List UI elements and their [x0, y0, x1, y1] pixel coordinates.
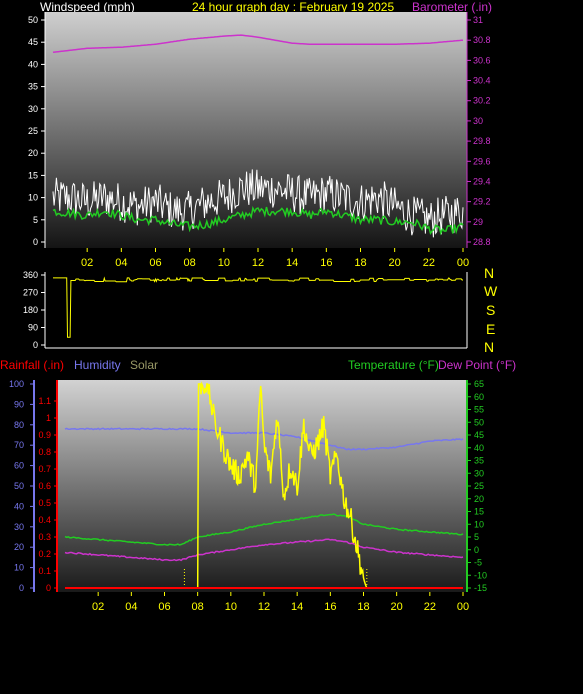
temperature-tick-label: 15 — [474, 507, 484, 517]
climate-hour-label: 04 — [125, 601, 137, 613]
wind-hour-label: 18 — [354, 257, 366, 269]
rainfall-tick-label: 0.9 — [38, 430, 51, 440]
humidity-tick-label: 30 — [14, 522, 24, 532]
temperature-tick-label: 40 — [474, 443, 484, 453]
wind-tick-label: 5 — [33, 215, 38, 225]
wind-hour-label: 12 — [252, 257, 264, 269]
wind-hour-label: 00 — [457, 257, 469, 269]
temperature-tick-label: 25 — [474, 481, 484, 491]
temperature-tick-label: 60 — [474, 392, 484, 402]
barometer-tick-label: 30.4 — [473, 76, 491, 86]
temperature-tick-label: 55 — [474, 405, 484, 415]
barometer-tick-label: 30.6 — [473, 55, 491, 65]
rainfall-tick-label: 0.4 — [38, 515, 51, 525]
direction-tick-label: 270 — [23, 288, 38, 298]
temperature-tick-label: 35 — [474, 456, 484, 466]
wind-hour-label: 20 — [389, 257, 401, 269]
climate-hour-label: 20 — [391, 601, 403, 613]
barometer-tick-label: 29.2 — [473, 197, 491, 207]
temperature-tick-label: 30 — [474, 468, 484, 478]
rainfall-tick-label: 0.2 — [38, 549, 51, 559]
barometer-tick-label: 29 — [473, 217, 483, 227]
temperature-tick-label: 65 — [474, 379, 484, 389]
direction-tick-label: 360 — [23, 270, 38, 280]
wind-tick-label: 35 — [28, 82, 38, 92]
rainfall-tick-label: 0.6 — [38, 481, 51, 491]
barometer-tick-label: 28.8 — [473, 237, 491, 247]
barometer-tick-label: 29.4 — [473, 176, 491, 186]
barometer-tick-label: 29.8 — [473, 136, 491, 146]
humidity-tick-label: 60 — [14, 461, 24, 471]
wind-hour-label: 04 — [115, 257, 127, 269]
humidity-tick-label: 0 — [19, 583, 24, 593]
rainfall-tick-label: 0.7 — [38, 464, 51, 474]
rainfall-tick-label: 1.1 — [38, 396, 51, 406]
wind-tick-label: 45 — [28, 37, 38, 47]
wind-tick-label: 0 — [33, 237, 38, 247]
rainfall-tick-label: 0.5 — [38, 498, 51, 508]
barometer-tick-label: 30.8 — [473, 35, 491, 45]
temperature-tick-label: 5 — [474, 532, 479, 542]
temperature-tick-label: 10 — [474, 519, 484, 529]
temperature-tick-label: 20 — [474, 494, 484, 504]
climate-hour-label: 12 — [258, 601, 270, 613]
humidity-tick-label: 20 — [14, 542, 24, 552]
direction-tick-label: 180 — [23, 305, 38, 315]
wind-hour-label: 16 — [320, 257, 332, 269]
wind-hour-label: 22 — [423, 257, 435, 269]
humidity-tick-label: 40 — [14, 501, 24, 511]
rainfall-tick-label: 0.3 — [38, 532, 51, 542]
climate-hour-label: 06 — [158, 601, 170, 613]
temperature-tick-label: 50 — [474, 417, 484, 427]
climate-hour-label: 00 — [457, 601, 469, 613]
rainfall-tick-label: 0.8 — [38, 447, 51, 457]
temperature-tick-label: -15 — [474, 583, 487, 593]
climate-hour-label: 14 — [291, 601, 303, 613]
humidity-tick-label: 100 — [9, 379, 24, 389]
barometer-tick-label: 30 — [473, 116, 483, 126]
wind-tick-label: 20 — [28, 148, 38, 158]
barometer-tick-label: 30.2 — [473, 96, 491, 106]
temperature-tick-label: 0 — [474, 545, 479, 555]
climate-hour-label: 08 — [192, 601, 204, 613]
direction-tick-label: 90 — [28, 323, 38, 333]
wind-tick-label: 40 — [28, 59, 38, 69]
barometer-tick-label: 31 — [473, 15, 483, 25]
rainfall-tick-label: 1 — [46, 413, 51, 423]
temperature-tick-label: -5 — [474, 558, 482, 568]
wind-hour-label: 02 — [81, 257, 93, 269]
wind-tick-label: 50 — [28, 15, 38, 25]
climate-hour-label: 16 — [324, 601, 336, 613]
climate-hour-label: 18 — [357, 601, 369, 613]
wind-tick-label: 30 — [28, 104, 38, 114]
temperature-tick-label: 45 — [474, 430, 484, 440]
rainfall-tick-label: 0 — [46, 583, 51, 593]
wind-hour-label: 06 — [149, 257, 161, 269]
wind-tick-label: 10 — [28, 193, 38, 203]
rainfall-tick-label: 0.1 — [38, 566, 51, 576]
wind-tick-label: 15 — [28, 170, 38, 180]
temperature-tick-label: -10 — [474, 570, 487, 580]
humidity-tick-label: 70 — [14, 440, 24, 450]
barometer-tick-label: 29.6 — [473, 156, 491, 166]
climate-hour-label: 02 — [92, 601, 104, 613]
direction-plot-background — [45, 272, 467, 348]
humidity-tick-label: 10 — [14, 563, 24, 573]
wind-hour-label: 08 — [184, 257, 196, 269]
weather-chart: 0510152025303540455028.82929.229.429.629… — [9, 12, 491, 613]
humidity-tick-label: 50 — [14, 481, 24, 491]
direction-tick-label: 0 — [33, 340, 38, 350]
humidity-tick-label: 80 — [14, 420, 24, 430]
climate-hour-label: 10 — [225, 601, 237, 613]
humidity-tick-label: 90 — [14, 399, 24, 409]
wind-hour-label: 14 — [286, 257, 298, 269]
wind-tick-label: 25 — [28, 126, 38, 136]
climate-hour-label: 22 — [424, 601, 436, 613]
wind-hour-label: 10 — [218, 257, 230, 269]
